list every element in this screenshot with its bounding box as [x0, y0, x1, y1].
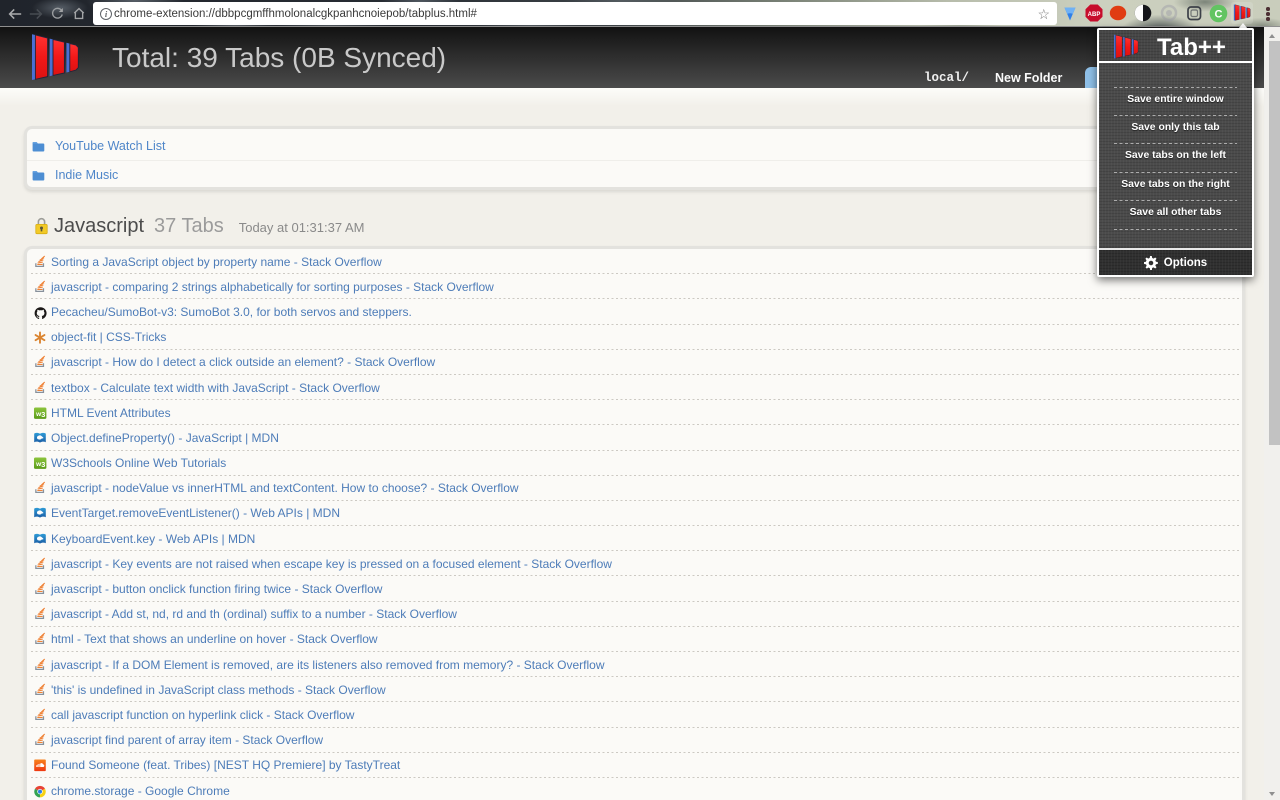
- svg-text:3: 3: [41, 410, 45, 419]
- svg-text:C: C: [1215, 9, 1223, 21]
- svg-text:ABP: ABP: [1088, 12, 1101, 18]
- svg-text:3: 3: [41, 460, 45, 469]
